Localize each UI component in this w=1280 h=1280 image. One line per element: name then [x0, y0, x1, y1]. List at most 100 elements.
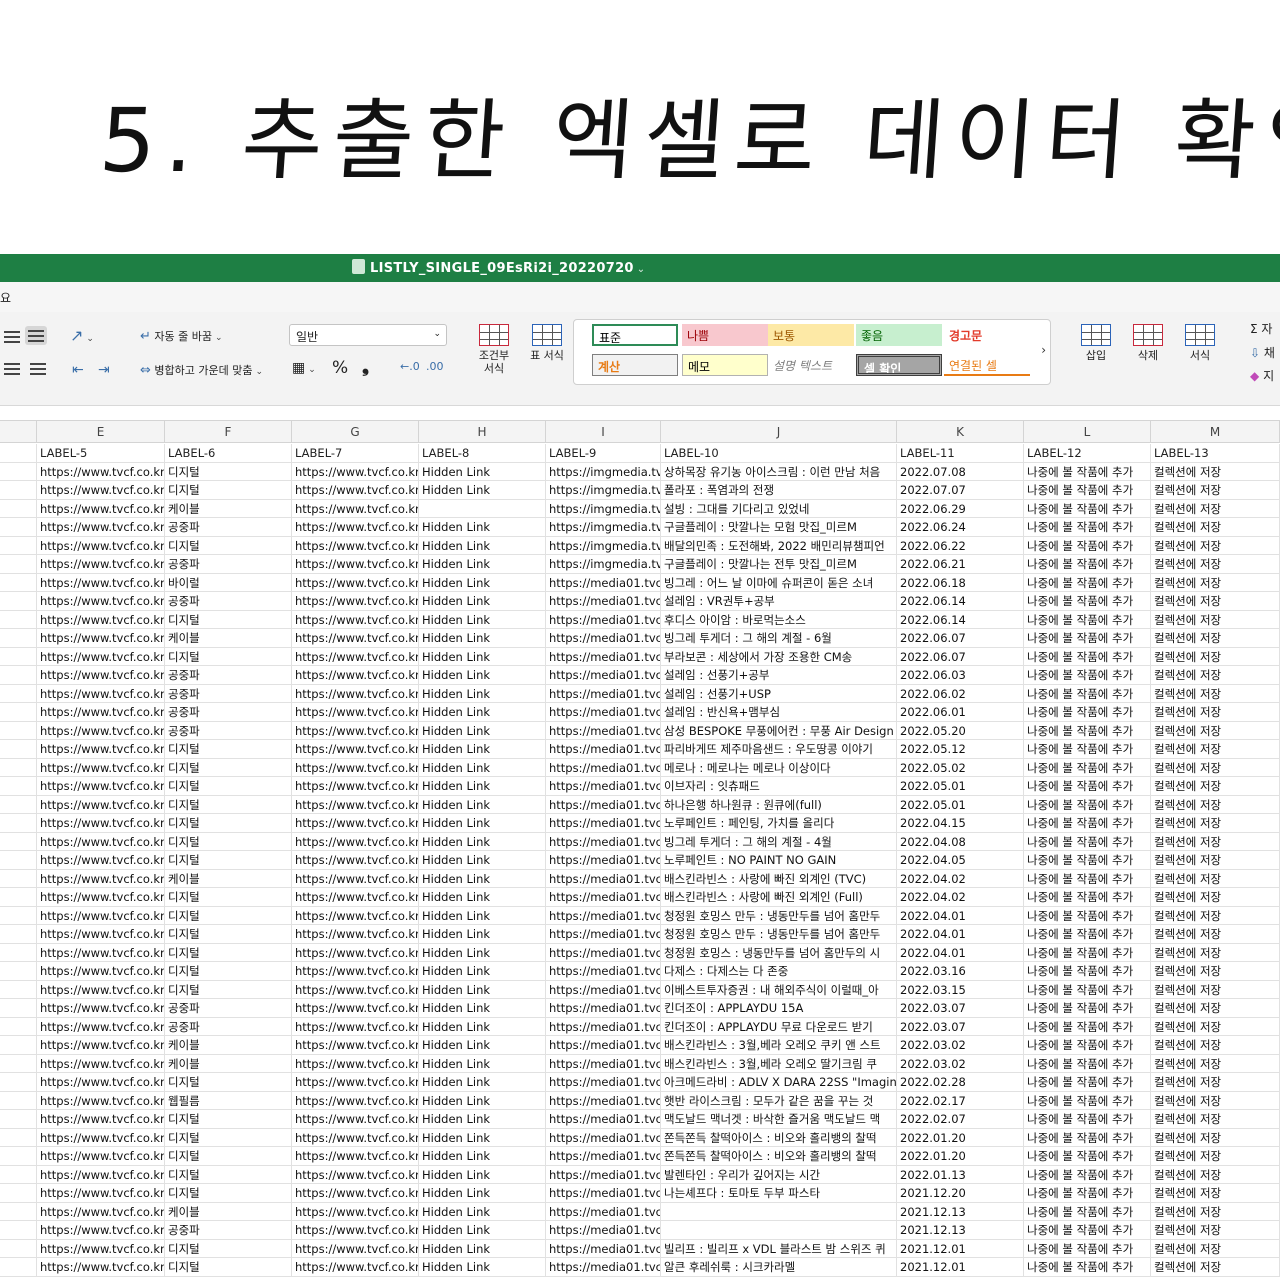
cell-f[interactable]: 디지털: [165, 888, 292, 907]
cell-f[interactable]: 공중파: [165, 592, 292, 611]
row-number-cell[interactable]: [0, 1221, 37, 1240]
cell-g[interactable]: https://www.tvcf.co.kr/l: [292, 1017, 419, 1036]
column-header-h[interactable]: H: [419, 421, 546, 443]
cell-j[interactable]: 상하목장 유기농 아이스크림 : 이런 만남 처음: [661, 462, 897, 481]
cell-k[interactable]: 2022.03.02: [897, 1036, 1024, 1055]
cell-h[interactable]: Hidden Link: [419, 518, 546, 537]
cell-e[interactable]: https://www.tvcf.co.kr/l: [37, 721, 165, 740]
cell-f[interactable]: 디지털: [165, 1147, 292, 1166]
cell-h[interactable]: Hidden Link: [419, 721, 546, 740]
cell-i[interactable]: https://media01.tvcf.c: [546, 629, 661, 648]
row-number-cell[interactable]: [0, 869, 37, 888]
cell-f[interactable]: 디지털: [165, 610, 292, 629]
cell-g[interactable]: https://www.tvcf.co.kr/l: [292, 592, 419, 611]
cell-k[interactable]: 2021.12.01: [897, 1239, 1024, 1258]
cell-k[interactable]: 2022.07.07: [897, 481, 1024, 500]
cell-k[interactable]: 2022.01.13: [897, 1165, 1024, 1184]
cell-h[interactable]: Hidden Link: [419, 1239, 546, 1258]
cell-j[interactable]: 청정원 호밍스 만두 : 냉동만두를 넘어 홈만두: [661, 906, 897, 925]
cell-f[interactable]: 디지털: [165, 1239, 292, 1258]
cell-g[interactable]: https://www.tvcf.co.kr/l: [292, 869, 419, 888]
cell-e[interactable]: https://www.tvcf.co.kr/l: [37, 573, 165, 592]
cell-g[interactable]: https://www.tvcf.co.kr/l: [292, 740, 419, 759]
cell-f[interactable]: 케이블: [165, 629, 292, 648]
cell-m[interactable]: 컬렉션에 저장: [1151, 666, 1280, 685]
cell-e[interactable]: https://www.tvcf.co.kr/l: [37, 647, 165, 666]
cell-h[interactable]: Hidden Link: [419, 1017, 546, 1036]
cell-g[interactable]: https://www.tvcf.co.kr/l: [292, 777, 419, 796]
row-number-cell[interactable]: [0, 758, 37, 777]
cell-j[interactable]: 구글플레이 : 맛깔나는 모험 맛집_미르M: [661, 518, 897, 537]
cell-h[interactable]: Hidden Link: [419, 943, 546, 962]
cell-h[interactable]: Hidden Link: [419, 629, 546, 648]
cell-k[interactable]: 2021.12.13: [897, 1221, 1024, 1240]
cell-i[interactable]: https://media01.tvcf.c: [546, 610, 661, 629]
cell-l[interactable]: 나중에 볼 작품에 추가: [1024, 1147, 1151, 1166]
wrap-text-button[interactable]: ↵ 자동 줄 바꿈 ⌄: [140, 328, 223, 344]
cell-j[interactable]: 설빙 : 그대를 기다리고 있었네: [661, 499, 897, 518]
cell-j[interactable]: 아크메드라비 : ADLV X DARA 22SS "Imagine: [661, 1073, 897, 1092]
row-number-cell[interactable]: [0, 832, 37, 851]
delete-button[interactable]: 삭제: [1124, 324, 1172, 362]
row-number-cell[interactable]: [0, 814, 37, 833]
cell-f[interactable]: 케이블: [165, 1054, 292, 1073]
row-number-cell[interactable]: [0, 629, 37, 648]
cell-j[interactable]: 알큰 후레쉬룩 : 시크카라멜: [661, 1258, 897, 1277]
currency-icon[interactable]: ▦ ⌄: [292, 360, 316, 376]
increase-decimal-icon[interactable]: ←.0: [400, 360, 420, 373]
cell-j[interactable]: 부라보콘 : 세상에서 가장 조용한 CM송: [661, 647, 897, 666]
cell-g[interactable]: https://www.tvcf.co.kr/l: [292, 814, 419, 833]
row-number-cell[interactable]: [0, 1258, 37, 1277]
row-number-cell[interactable]: [0, 1017, 37, 1036]
cell-m[interactable]: 컬렉션에 저장: [1151, 481, 1280, 500]
column-header-k[interactable]: K: [897, 421, 1024, 443]
cell-m[interactable]: 컬렉션에 저장: [1151, 777, 1280, 796]
cell-f[interactable]: 공중파: [165, 1221, 292, 1240]
cell-k[interactable]: 2022.04.02: [897, 869, 1024, 888]
cell-f[interactable]: 디지털: [165, 1258, 292, 1277]
cell-k[interactable]: 2022.06.14: [897, 610, 1024, 629]
cell-l[interactable]: 나중에 볼 작품에 추가: [1024, 536, 1151, 555]
cell-f[interactable]: 디지털: [165, 777, 292, 796]
cell-j[interactable]: [661, 1202, 897, 1221]
cell-h[interactable]: Hidden Link: [419, 999, 546, 1018]
cell-h[interactable]: Hidden Link: [419, 1128, 546, 1147]
cell-k[interactable]: 2022.04.01: [897, 925, 1024, 944]
cell-e[interactable]: https://www.tvcf.co.kr/l: [37, 740, 165, 759]
cell-i[interactable]: https://media01.tvcf.c: [546, 703, 661, 722]
cell-m[interactable]: 컬렉션에 저장: [1151, 1165, 1280, 1184]
row-number-cell[interactable]: [0, 1128, 37, 1147]
clear-button[interactable]: ◆ 지: [1250, 367, 1274, 384]
number-format-select[interactable]: 일반 ⌄: [289, 324, 447, 346]
cell-h[interactable]: Hidden Link: [419, 1258, 546, 1277]
cell-e[interactable]: LABEL-5: [37, 444, 165, 463]
cell-m[interactable]: 컬렉션에 저장: [1151, 1036, 1280, 1055]
cell-g[interactable]: https://www.tvcf.co.kr/l: [292, 555, 419, 574]
cell-h[interactable]: Hidden Link: [419, 573, 546, 592]
cell-g[interactable]: https://www.tvcf.co.kr/l: [292, 1239, 419, 1258]
cell-k[interactable]: 2022.04.01: [897, 943, 1024, 962]
cell-f[interactable]: 디지털: [165, 814, 292, 833]
cell-m[interactable]: LABEL-13: [1151, 444, 1280, 463]
cell-g[interactable]: https://www.tvcf.co.kr/l: [292, 518, 419, 537]
cell-e[interactable]: https://www.tvcf.co.kr/l: [37, 629, 165, 648]
cell-e[interactable]: https://www.tvcf.co.kr/l: [37, 1258, 165, 1277]
cell-j[interactable]: 배스킨라빈스 : 사랑에 빠진 외계인 (Full): [661, 888, 897, 907]
row-number-cell[interactable]: [0, 499, 37, 518]
cell-l[interactable]: 나중에 볼 작품에 추가: [1024, 666, 1151, 685]
cell-h[interactable]: Hidden Link: [419, 758, 546, 777]
cell-m[interactable]: 컬렉션에 저장: [1151, 980, 1280, 999]
cell-e[interactable]: https://www.tvcf.co.kr/l: [37, 906, 165, 925]
cell-m[interactable]: 컬렉션에 저장: [1151, 832, 1280, 851]
row-number-cell[interactable]: [0, 481, 37, 500]
style-note[interactable]: 메모: [682, 354, 768, 376]
decrease-decimal-icon[interactable]: .00: [426, 360, 444, 373]
column-header-i[interactable]: I: [546, 421, 661, 443]
align-bottom-left-icon[interactable]: [4, 362, 20, 375]
row-number-cell[interactable]: [0, 721, 37, 740]
cell-e[interactable]: https://www.tvcf.co.kr/l: [37, 851, 165, 870]
cell-j[interactable]: 삼성 BESPOKE 무풍에어컨 : 무풍 Air Design: [661, 721, 897, 740]
cell-f[interactable]: LABEL-6: [165, 444, 292, 463]
cell-k[interactable]: 2022.02.28: [897, 1073, 1024, 1092]
column-header-g[interactable]: G: [292, 421, 419, 443]
